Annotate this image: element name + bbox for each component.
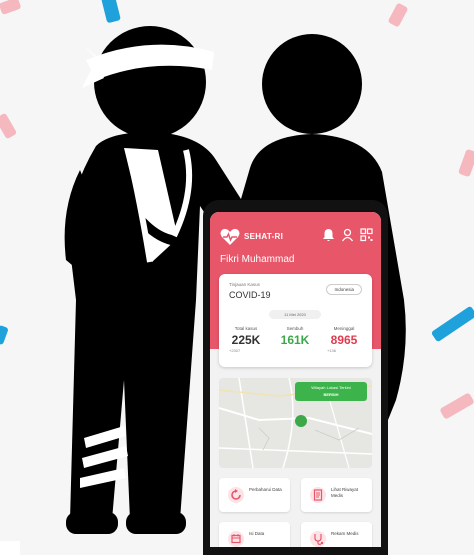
stat-delta: +136 xyxy=(327,348,337,353)
stat-label: Total kasus xyxy=(234,326,258,331)
heart-logo-icon xyxy=(220,228,240,245)
tile-label: Rekam Medis xyxy=(331,531,359,536)
phone-notch xyxy=(258,203,336,212)
stethoscope-icon xyxy=(310,531,326,547)
stat-total-cases: Total kasus 225K +2307 xyxy=(225,326,267,353)
profile-icon[interactable] xyxy=(341,228,354,242)
date-pill: 11 Mei 2020 xyxy=(269,310,321,319)
stat-label: Meninggal xyxy=(333,326,355,331)
app-screen: SEHAT-RI Fikri Muhammad Tinjauan Kasus C… xyxy=(210,212,381,555)
tile-update-data[interactable]: Perbaharui Data xyxy=(219,478,290,512)
covid-summary-card: Tinjauan Kasus COVID-19 Indonesia 11 Mei… xyxy=(219,274,372,367)
card-subtitle: Tinjauan Kasus xyxy=(229,282,260,287)
stat-value: 225K xyxy=(231,333,261,347)
location-status-value: BERSIH xyxy=(323,392,339,397)
country-selector[interactable]: Indonesia xyxy=(326,284,362,295)
stat-deaths: Meninggal 8965 +136 xyxy=(323,326,365,353)
tile-label: Lihat Riwayat Medis xyxy=(331,487,359,498)
card-title: COVID-19 xyxy=(229,290,271,300)
app-name: SEHAT-RI xyxy=(244,232,284,241)
stat-delta: +2307 xyxy=(229,348,241,353)
bell-icon[interactable] xyxy=(322,228,335,242)
current-location-marker xyxy=(295,415,307,427)
stat-value: 8965 xyxy=(330,333,358,347)
document-icon xyxy=(310,487,326,503)
stat-label: Sembuh xyxy=(286,326,304,331)
corner-fill xyxy=(0,541,20,555)
calendar-icon xyxy=(228,531,244,547)
refresh-icon xyxy=(228,487,244,503)
location-status-button[interactable]: Wilayah Lokasi Terkini BERSIH xyxy=(295,382,367,401)
stat-value: 161K xyxy=(280,333,310,347)
tile-medical-history[interactable]: Lihat Riwayat Medis xyxy=(301,478,372,512)
tile-label: Perbaharui Data xyxy=(249,487,282,492)
stat-recovered: Sembuh 161K xyxy=(274,326,316,348)
user-name: Fikri Muhammad xyxy=(220,254,295,265)
location-map[interactable]: Wilayah Lokasi Terkini BERSIH xyxy=(219,378,372,468)
qr-code-icon[interactable] xyxy=(360,228,373,242)
location-status-label: Wilayah Lokasi Terkini xyxy=(311,385,351,390)
phone-bottom-edge xyxy=(203,547,388,555)
tile-label: Isi Data xyxy=(249,531,265,536)
